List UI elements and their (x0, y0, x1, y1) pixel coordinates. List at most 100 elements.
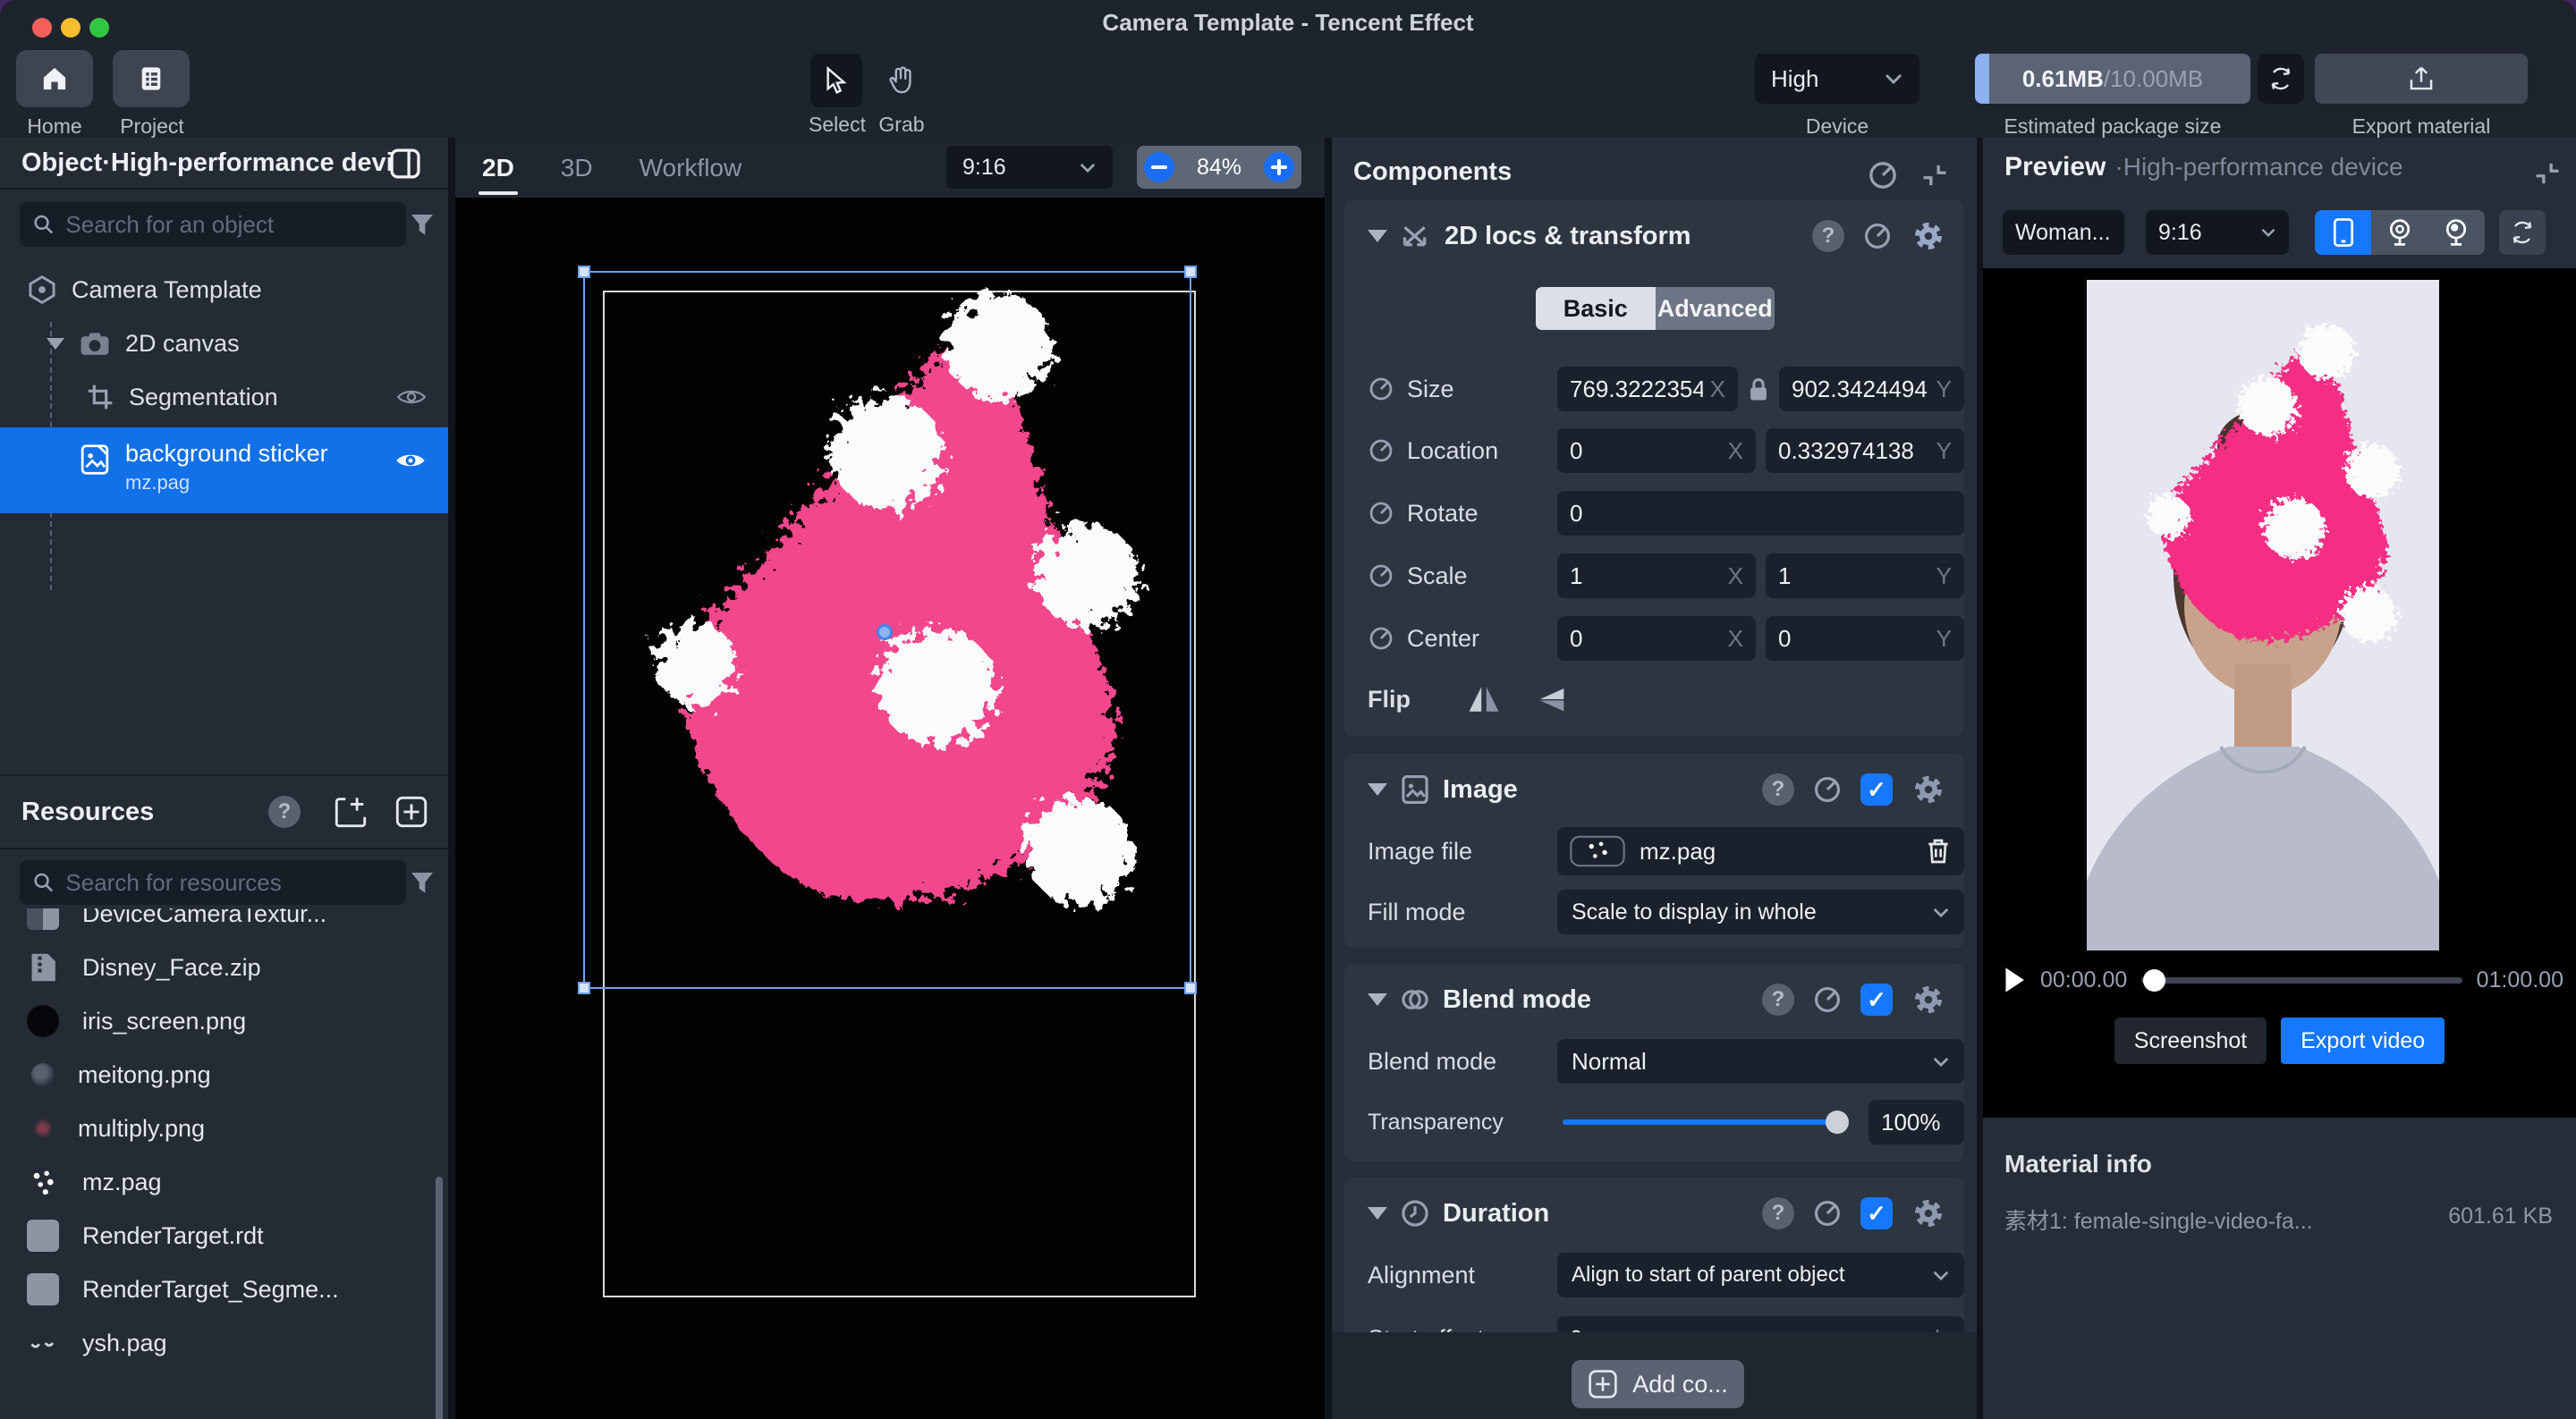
source-phone-button[interactable] (2315, 210, 2371, 255)
refresh-package-button[interactable] (2258, 54, 2304, 104)
flip-vertical-icon[interactable] (1534, 683, 1570, 715)
preview-video-frame[interactable] (2087, 280, 2439, 950)
rotate-input[interactable]: 0 (1557, 491, 1964, 536)
tree-item-background-sticker[interactable]: background sticker mz.pag (0, 427, 448, 513)
tab-workflow[interactable]: Workflow (640, 154, 742, 182)
model-select[interactable]: Woman... (2003, 210, 2124, 255)
tab-advanced[interactable]: Advanced (1656, 287, 1775, 330)
visibility-eye-icon[interactable] (396, 386, 427, 408)
add-component-button[interactable]: Add co... (1572, 1360, 1744, 1408)
reset-icon[interactable] (1812, 1198, 1843, 1229)
list-item[interactable]: multiply.png (0, 1102, 448, 1155)
source-back-camera-button[interactable] (2428, 210, 2485, 255)
enabled-checkbox[interactable]: ✓ (1860, 773, 1893, 806)
gear-icon[interactable] (1911, 982, 1946, 1018)
collapse-panel-icon[interactable] (388, 147, 422, 181)
tree-item-segmentation[interactable]: Segmentation (0, 374, 448, 420)
anchor-point[interactable] (877, 624, 893, 640)
blend-mode-select[interactable]: Normal (1557, 1039, 1964, 1084)
reset-icon[interactable] (1812, 774, 1843, 805)
gear-icon[interactable] (1911, 772, 1946, 807)
collapse-arrow-icon[interactable] (1368, 230, 1387, 242)
help-icon[interactable]: ? (1762, 1197, 1794, 1229)
help-icon[interactable]: ? (1762, 773, 1794, 806)
filter-icon[interactable] (408, 869, 436, 898)
alignment-select[interactable]: Align to start of parent object (1557, 1253, 1964, 1297)
list-item[interactable]: ysh.pag (0, 1316, 448, 1370)
transparency-value[interactable]: 100% (1868, 1100, 1964, 1144)
preview-timeline[interactable] (2141, 977, 2462, 984)
keyframe-dial-icon[interactable] (1368, 500, 1394, 527)
scale-y-input[interactable]: 1Y (1766, 553, 1964, 598)
export-video-button[interactable]: Export video (2281, 1018, 2445, 1064)
keyframe-dial-icon[interactable] (1368, 562, 1394, 589)
gear-icon[interactable] (1911, 1195, 1946, 1231)
image-file-input[interactable]: mz.pag (1557, 827, 1964, 875)
filter-icon[interactable] (408, 211, 436, 240)
selection-handle[interactable] (1184, 982, 1197, 994)
add-resource-icon[interactable] (394, 794, 429, 830)
resources-search-input[interactable] (65, 869, 394, 897)
components-scroll[interactable]: 2D locs & transform ? Basic Advanced Siz… (1332, 200, 1977, 1395)
resources-help-icon[interactable]: ? (268, 796, 301, 828)
list-item[interactable]: iris_screen.png (0, 994, 448, 1048)
selection-handle[interactable] (578, 982, 590, 994)
keyframe-dial-icon[interactable] (1368, 625, 1394, 652)
location-x-input[interactable]: 0X (1557, 428, 1756, 473)
tab-basic[interactable]: Basic (1536, 287, 1656, 330)
project-info-button[interactable] (113, 50, 190, 107)
reset-all-icon[interactable] (1867, 159, 1899, 191)
list-item[interactable]: mz.pag (0, 1155, 448, 1209)
list-item[interactable]: DeviceCameraTextur... (0, 908, 448, 941)
expand-arrow-icon[interactable] (47, 338, 64, 350)
collapse-arrow-icon[interactable] (1368, 993, 1387, 1006)
tab-2d[interactable]: 2D (482, 154, 514, 182)
trash-icon[interactable] (1925, 837, 1952, 866)
grab-tool-button[interactable] (875, 54, 927, 107)
device-select[interactable]: High (1755, 54, 1919, 104)
reset-icon[interactable] (1862, 221, 1893, 251)
lock-icon[interactable] (1747, 377, 1770, 402)
center-x-input[interactable]: 0X (1557, 616, 1756, 661)
import-file-icon[interactable] (333, 794, 369, 830)
collapse-arrow-icon[interactable] (1368, 783, 1387, 796)
list-item[interactable]: meitong.png (0, 1048, 448, 1102)
zoom-out-button[interactable] (1144, 152, 1174, 182)
enabled-checkbox[interactable]: ✓ (1860, 1197, 1893, 1229)
refresh-preview-button[interactable] (2499, 210, 2546, 255)
tree-item-camera-template[interactable]: Camera Template (0, 266, 448, 313)
resources-scrollbar[interactable] (436, 1177, 443, 1419)
help-icon[interactable]: ? (1762, 984, 1794, 1016)
screenshot-button[interactable]: Screenshot (2114, 1018, 2267, 1064)
home-button[interactable] (16, 50, 93, 107)
gear-icon[interactable] (1911, 218, 1946, 254)
list-item[interactable]: RenderTarget_Segme... (0, 1263, 448, 1316)
collapse-sections-icon[interactable] (1919, 159, 1951, 191)
resources-search[interactable] (20, 860, 406, 905)
list-item[interactable]: Disney_Face.zip (0, 941, 448, 994)
scale-x-input[interactable]: 1X (1557, 553, 1756, 598)
help-icon[interactable]: ? (1812, 220, 1844, 252)
timeline-knob[interactable] (2143, 969, 2165, 992)
size-x-input[interactable]: 769.3222354X (1557, 367, 1738, 411)
select-tool-button[interactable] (810, 54, 862, 107)
zoom-in-button[interactable] (1264, 152, 1294, 182)
canvas-aspect-select[interactable]: 9:16 (946, 146, 1113, 189)
selection-handle[interactable] (1184, 266, 1197, 278)
object-search[interactable] (20, 202, 406, 247)
tree-item-2d-canvas[interactable]: 2D canvas (0, 320, 448, 367)
preview-aspect-select[interactable]: 9:16 (2146, 210, 2289, 255)
selection-handle[interactable] (578, 266, 590, 278)
keyframe-dial-icon[interactable] (1368, 437, 1394, 464)
fill-mode-select[interactable]: Scale to display in whole (1557, 890, 1964, 934)
center-y-input[interactable]: 0Y (1766, 616, 1964, 661)
list-item[interactable]: RenderTarget.rdt (0, 1209, 448, 1263)
size-y-input[interactable]: 902.3424494Y (1779, 367, 1964, 411)
play-icon[interactable] (2003, 967, 2026, 993)
tab-3d[interactable]: 3D (561, 154, 593, 182)
visibility-eye-icon[interactable] (394, 449, 427, 472)
location-y-input[interactable]: 0.332974138Y (1766, 428, 1964, 473)
slider-knob[interactable] (1826, 1111, 1849, 1134)
transparency-slider[interactable] (1563, 1119, 1849, 1125)
reset-icon[interactable] (1812, 984, 1843, 1015)
